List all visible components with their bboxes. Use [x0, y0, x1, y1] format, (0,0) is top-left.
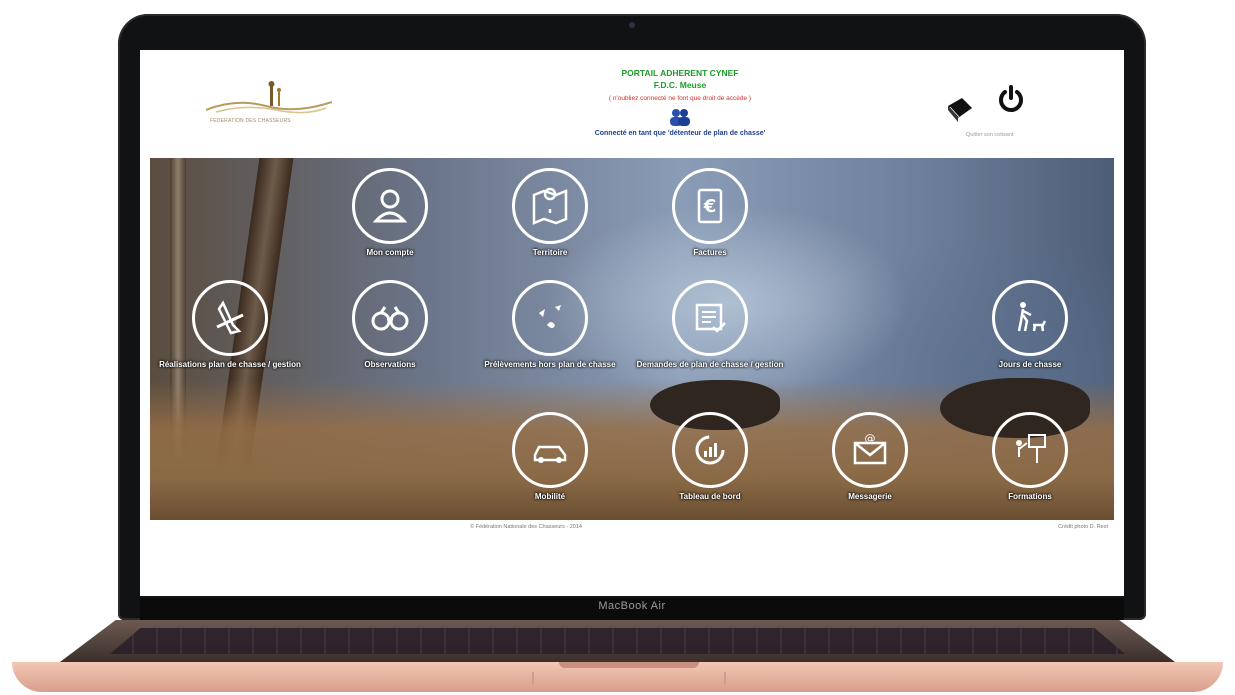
map-pin-icon	[512, 168, 588, 244]
form-check-icon	[672, 280, 748, 356]
menu-mobilite[interactable]: Mobilité	[470, 412, 630, 502]
laptop-base	[0, 620, 1235, 695]
photo-credit: Crédit photo D. Rest	[1058, 524, 1108, 530]
hero-banner: Mon compte Territoire € Factures Réalisa…	[150, 158, 1114, 520]
portal-title: PORTAIL ADHERENT CYNEF	[621, 68, 739, 78]
email-icon: @	[832, 412, 908, 488]
screen-bezel-bottom: MacBook Air	[140, 598, 1124, 620]
menu-formations[interactable]: Formations	[950, 412, 1110, 502]
svg-text:@: @	[865, 432, 876, 445]
svg-text:€: €	[703, 196, 717, 217]
logo-caption: FEDERATION DES CHASSEURS	[210, 118, 291, 124]
menu-tableau[interactable]: Tableau de bord	[630, 412, 790, 502]
laptop-front-edge	[12, 662, 1223, 692]
user-icon	[352, 168, 428, 244]
connected-as-text: Connecté en tant que 'détenteur de plan …	[594, 130, 766, 137]
power-icon[interactable]	[996, 84, 1026, 114]
menu-label: Messagerie	[848, 492, 892, 501]
keyboard	[110, 628, 1125, 654]
menu-realisation[interactable]: Réalisations plan de chasse / gestion	[150, 280, 310, 370]
screen: FEDERATION DES CHASSEURS PORTAIL ADHEREN…	[140, 50, 1124, 596]
power-caption: Quitter son cotisant	[966, 132, 1014, 138]
menu-mon-compte[interactable]: Mon compte	[310, 168, 470, 258]
trackpad-edge	[532, 672, 534, 684]
menu-prelevements[interactable]: Prélèvements hors plan de chasse	[470, 280, 630, 370]
portal-subtitle: F.D.C. Meuse	[653, 80, 707, 90]
laptop-lid: FEDERATION DES CHASSEURS PORTAIL ADHEREN…	[118, 14, 1146, 620]
hunting-knife-icon	[192, 280, 268, 356]
euro-document-icon: €	[672, 168, 748, 244]
menu-label: Jours de chasse	[998, 360, 1062, 369]
menu-jours[interactable]: Jours de chasse	[950, 280, 1110, 370]
menu-factures[interactable]: € Factures	[630, 168, 790, 258]
menu-label: Formations	[1008, 492, 1052, 501]
wildlife-icon	[512, 280, 588, 356]
menu-label: Mon compte	[366, 248, 414, 257]
camera-icon	[629, 22, 635, 28]
menu-demandes[interactable]: Demandes de plan de chasse / gestion	[630, 280, 790, 370]
presentation-icon	[992, 412, 1068, 488]
menu-label: Territoire	[532, 248, 568, 257]
menu-territoire[interactable]: Territoire	[470, 168, 630, 258]
brand-label: MacBook Air	[598, 600, 666, 612]
people-icon	[670, 109, 690, 126]
federation-logo[interactable]	[206, 76, 332, 118]
trackpad-edge	[724, 672, 726, 684]
binoculars-icon	[352, 280, 428, 356]
menu-label: Factures	[693, 248, 727, 257]
copyright-text: © Fédération Nationale des Chasseurs - 2…	[470, 524, 582, 530]
menu-label: Tableau de bord	[679, 492, 741, 501]
car-icon	[512, 412, 588, 488]
opening-notch	[559, 662, 699, 668]
hunter-dog-icon	[992, 280, 1068, 356]
book-icon[interactable]	[944, 94, 976, 124]
menu-label: Réalisations plan de chasse / gestion	[159, 360, 301, 369]
menu-messagerie[interactable]: @ Messagerie	[790, 412, 950, 502]
menu-label: Mobilité	[534, 492, 566, 501]
dashboard-chart-icon	[672, 412, 748, 488]
menu-label: Demandes de plan de chasse / gestion	[636, 360, 784, 369]
menu-observations[interactable]: Observations	[310, 280, 470, 370]
menu-label: Prélèvements hors plan de chasse	[484, 360, 616, 369]
menu-label: Observations	[364, 360, 416, 369]
warning-text: ( n'oubliez connecté ne font que droit d…	[608, 95, 752, 102]
